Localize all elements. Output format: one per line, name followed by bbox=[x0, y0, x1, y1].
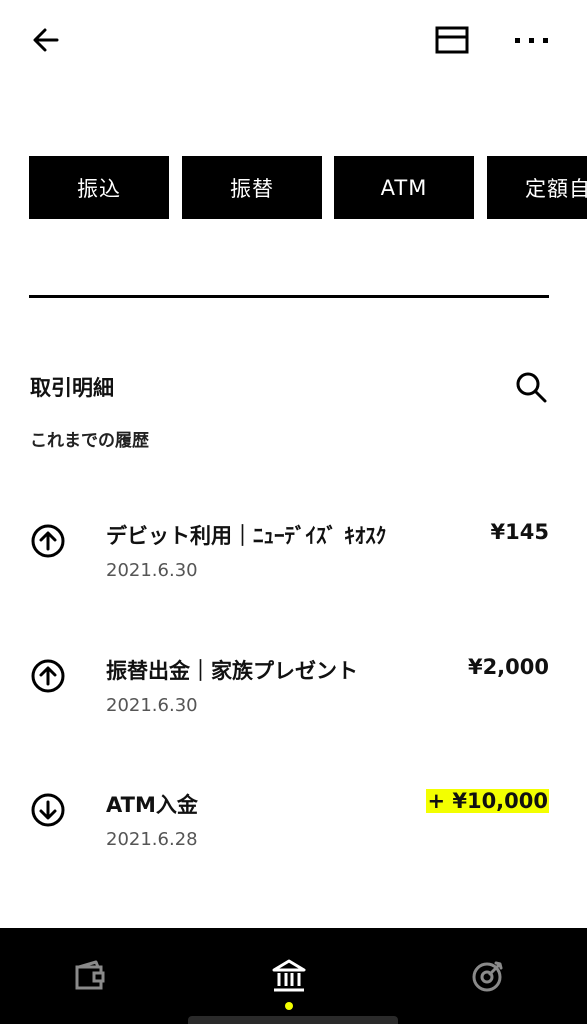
nav-goal[interactable] bbox=[466, 954, 510, 998]
card-icon bbox=[435, 26, 469, 54]
arrow-up-circle-icon bbox=[31, 524, 65, 558]
transaction-row[interactable]: 振替出金｜家族プレゼント 2021.6.30 ¥2,000 bbox=[0, 655, 587, 745]
more-horizontal-icon bbox=[515, 38, 548, 43]
fixed-amount-button[interactable]: 定額自 bbox=[487, 156, 587, 219]
more-button[interactable] bbox=[508, 22, 556, 58]
transaction-amount: ¥2,000 bbox=[467, 655, 549, 679]
nav-bank[interactable] bbox=[267, 954, 311, 998]
transaction-date: 2021.6.28 bbox=[106, 829, 198, 850]
transfer-button[interactable]: 振込 bbox=[29, 156, 169, 219]
active-indicator bbox=[285, 1002, 293, 1010]
target-icon bbox=[472, 961, 503, 992]
back-button[interactable] bbox=[26, 22, 66, 58]
bottom-nav bbox=[0, 928, 587, 1024]
section-title: 取引明細 bbox=[30, 376, 114, 400]
arrow-left-icon bbox=[33, 28, 59, 52]
search-icon bbox=[516, 372, 547, 403]
transaction-title: デビット利用｜ﾆｭｰﾃﾞｲｽﾞ ｷｵｽｸ bbox=[106, 524, 387, 548]
arrow-up-circle-icon bbox=[31, 659, 65, 693]
wallet-icon bbox=[75, 960, 105, 990]
atm-button[interactable]: ATM bbox=[334, 156, 474, 219]
transaction-amount: + ¥10,000 bbox=[426, 789, 549, 813]
card-button[interactable] bbox=[430, 22, 474, 58]
search-button[interactable] bbox=[510, 366, 552, 408]
divider bbox=[29, 295, 549, 298]
bank-icon bbox=[272, 959, 306, 992]
transaction-date: 2021.6.30 bbox=[106, 695, 198, 716]
home-indicator bbox=[188, 1016, 398, 1024]
quick-actions: 振込 振替 ATM 定額自 bbox=[29, 156, 587, 220]
section-subtitle: これまでの履歴 bbox=[30, 431, 149, 451]
top-bar bbox=[0, 0, 587, 80]
transaction-title: 振替出金｜家族プレゼント bbox=[106, 659, 358, 683]
nav-wallet[interactable] bbox=[68, 954, 112, 998]
arrow-down-circle-icon bbox=[31, 793, 65, 827]
internal-transfer-button[interactable]: 振替 bbox=[182, 156, 322, 219]
transaction-row[interactable]: ATM入金 2021.6.28 + ¥10,000 bbox=[0, 789, 587, 879]
transaction-row[interactable]: デビット利用｜ﾆｭｰﾃﾞｲｽﾞ ｷｵｽｸ 2021.6.30 ¥145 bbox=[0, 520, 587, 610]
transaction-date: 2021.6.30 bbox=[106, 560, 198, 581]
transaction-amount: ¥145 bbox=[490, 520, 549, 544]
transaction-title: ATM入金 bbox=[106, 793, 198, 817]
